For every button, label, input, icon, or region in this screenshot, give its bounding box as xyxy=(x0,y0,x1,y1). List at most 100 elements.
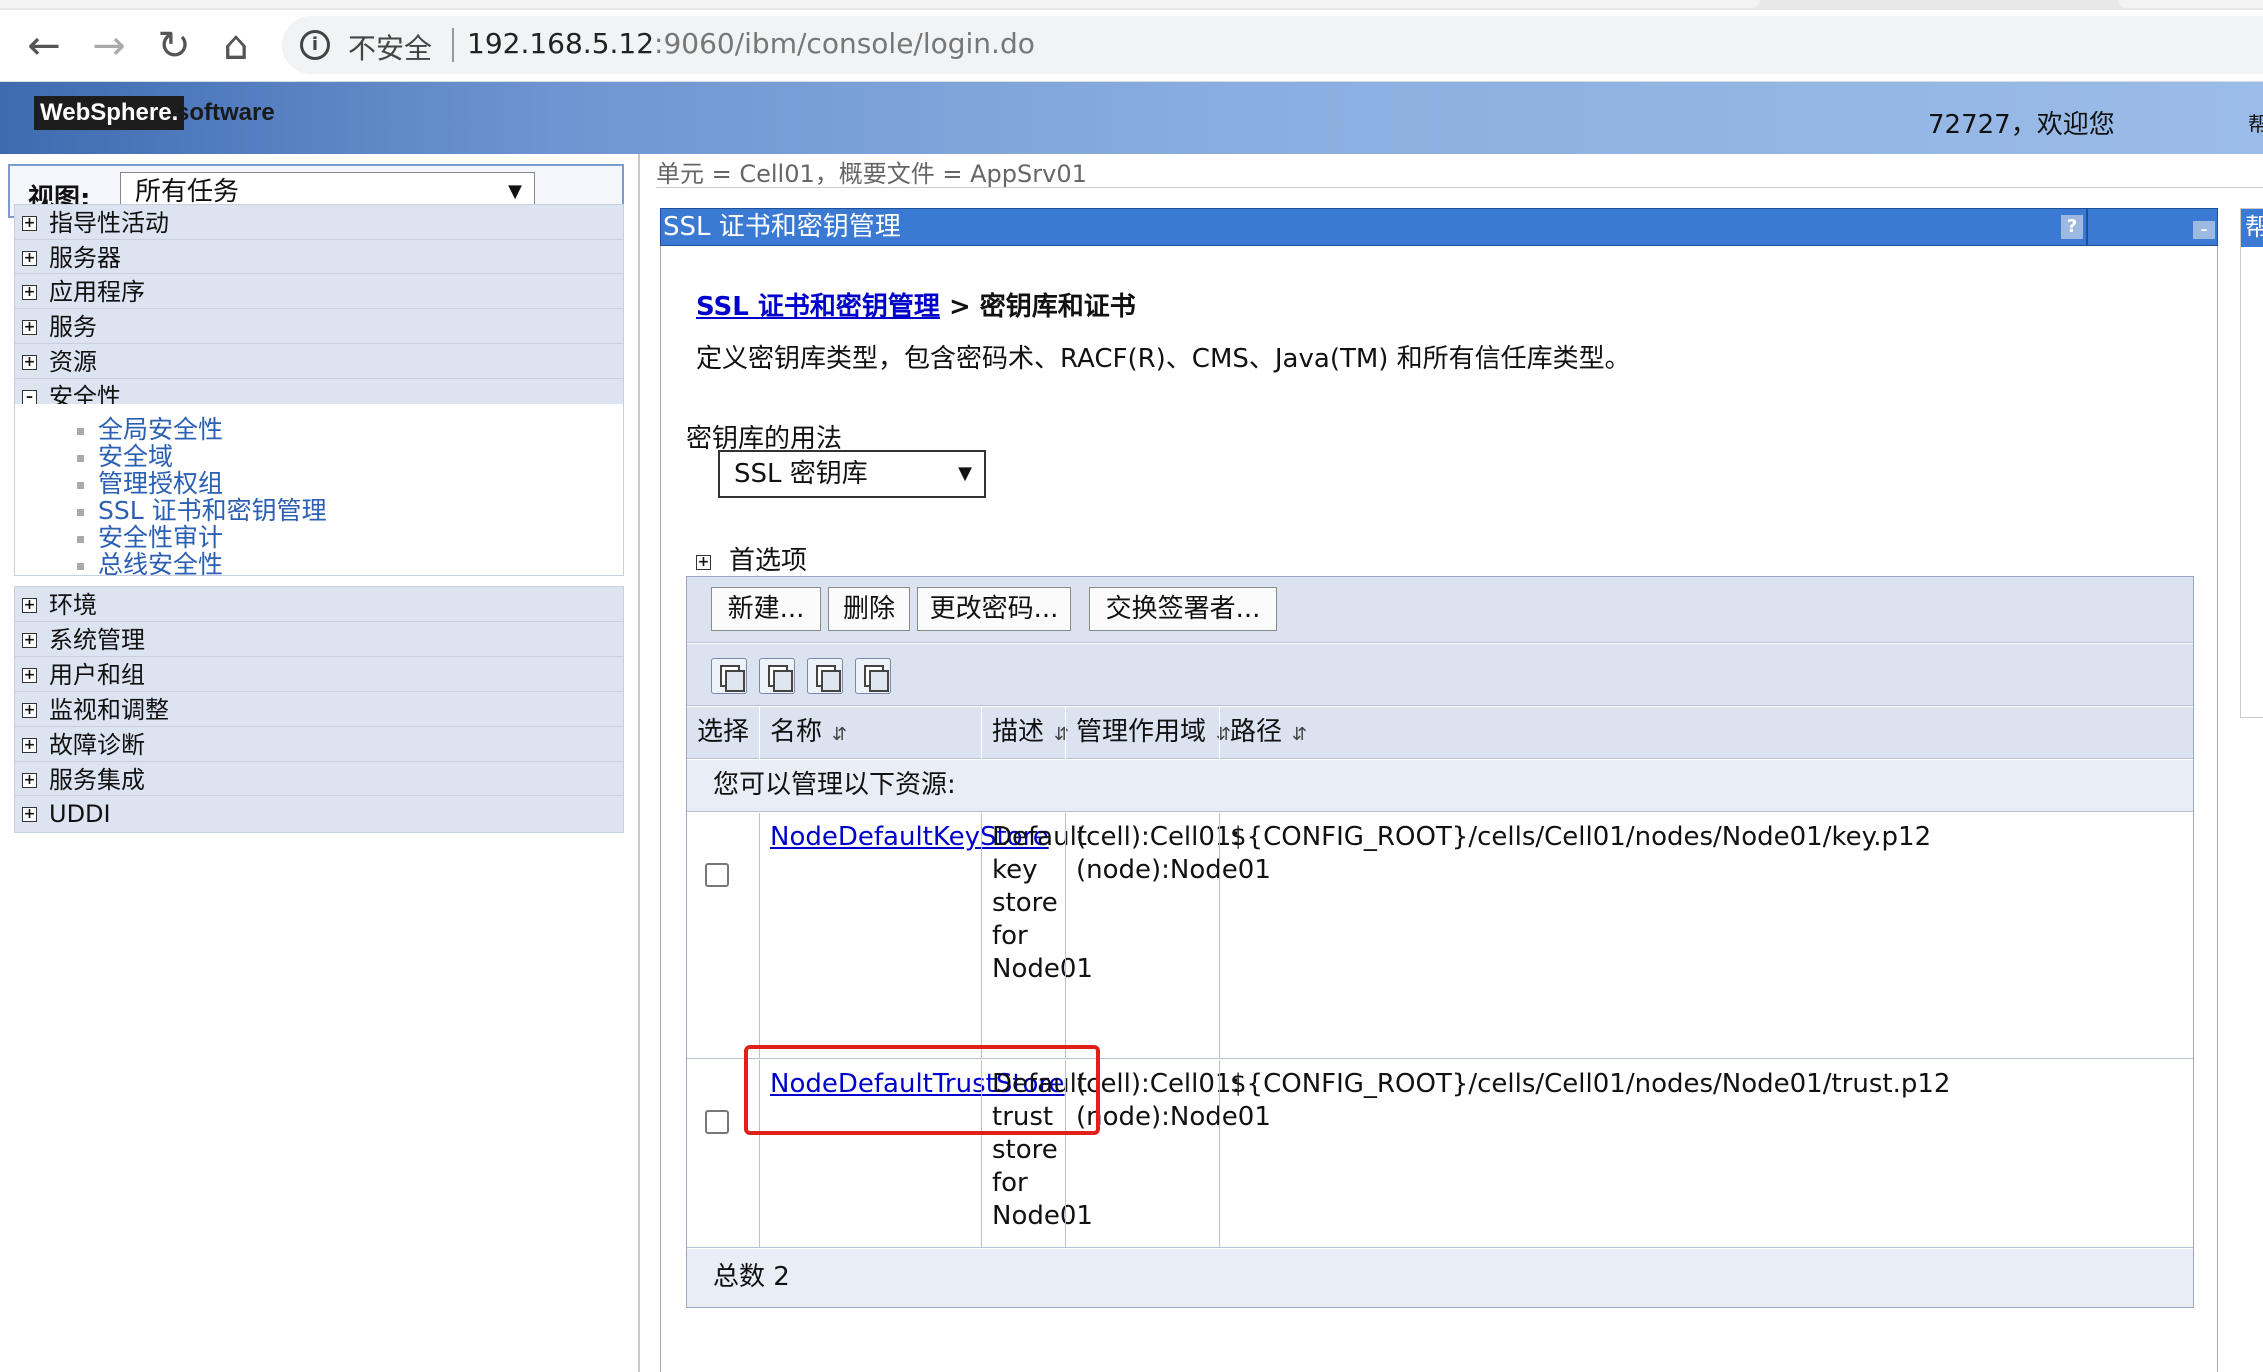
scope-breadcrumb: 单元 = Cell01，概要文件 = AppSrv01 xyxy=(656,160,1087,188)
view-select-value: 所有任务 xyxy=(135,177,240,207)
column-path[interactable]: 路径 ⇵ xyxy=(1219,707,2193,759)
breadcrumb-ssl-link[interactable]: SSL 证书和密钥管理 xyxy=(696,292,940,322)
description-line: Node01 xyxy=(992,954,1093,984)
nav-group-label: UDDI xyxy=(49,800,111,828)
preferences-label: 首选项 xyxy=(729,546,808,576)
description-line: for xyxy=(992,921,1028,951)
bullet-icon xyxy=(77,508,84,516)
address-bar[interactable]: i 不安全 192.168.5.12:9060/ibm/console/logi… xyxy=(282,16,2263,74)
expand-icon: + xyxy=(22,737,37,753)
sort-icon[interactable]: ⇵ xyxy=(1292,724,1307,745)
insecure-label: 不安全 xyxy=(348,32,433,65)
forward-arrow-icon[interactable]: → xyxy=(85,22,133,70)
nav-group-uddi[interactable]: + UDDI xyxy=(14,795,624,833)
path-text: ${CONFIG_ROOT}/cells/Cell01/nodes/Node01… xyxy=(1230,822,1932,852)
expand-icon: + xyxy=(22,772,37,788)
nav-group-service-integration[interactable]: + 服务集成 xyxy=(14,761,624,799)
expand-icon: + xyxy=(22,250,37,266)
expand-icon: + xyxy=(22,667,37,683)
column-name[interactable]: 名称 ⇵ xyxy=(759,707,981,759)
column-label: 描述 xyxy=(992,717,1045,747)
description-line: store xyxy=(992,1135,1058,1165)
expand-icon: + xyxy=(22,319,37,335)
delete-button[interactable]: 删除 xyxy=(828,587,910,631)
description-cell: Default key store for Node01 xyxy=(981,813,1093,1058)
column-label: 名称 xyxy=(770,717,823,747)
tab-strip xyxy=(0,0,2263,10)
column-label: 管理作用域 xyxy=(1076,717,1207,747)
description-line: for xyxy=(992,1168,1028,1198)
row-checkbox[interactable] xyxy=(705,863,729,887)
panel-title: SSL 证书和密钥管理 xyxy=(663,212,901,242)
nav-group-label: 资源 xyxy=(49,348,97,376)
keystore-usage-select[interactable]: SSL 密钥库 ▼ xyxy=(718,450,986,498)
row-checkbox[interactable] xyxy=(705,1110,729,1134)
nav-group-users-groups[interactable]: + 用户和组 xyxy=(14,656,624,694)
expand-icon: + xyxy=(22,597,37,613)
help-link[interactable]: 帮 xyxy=(2248,108,2263,137)
nav-group-label: 服务 xyxy=(49,313,97,341)
column-select: 选择 xyxy=(687,707,759,759)
back-arrow-icon[interactable]: ← xyxy=(20,22,68,70)
bullet-icon xyxy=(77,535,84,543)
home-icon[interactable]: ⌂ xyxy=(212,22,260,70)
help-icon[interactable]: ? xyxy=(2061,215,2083,239)
keystore-table: 新建... 删除 更改密码... 交换签署者... 选择 名称 ⇵ 描述 ⇵ 管理作… xyxy=(686,576,2194,1308)
page-breadcrumb: SSL 证书和密钥管理 > 密钥库和证书 xyxy=(696,286,1136,323)
dropdown-arrow-icon: ▼ xyxy=(958,463,972,484)
show-filter-icon[interactable] xyxy=(807,658,843,694)
change-password-button[interactable]: 更改密码... xyxy=(917,587,1071,631)
clear-filter-icon[interactable] xyxy=(855,658,891,694)
deselect-all-icon[interactable] xyxy=(759,658,795,694)
security-subitems: 全局安全性 安全域 管理授权组 SSL 证书和密钥管理 安全性审计 总线安全性 xyxy=(14,404,624,579)
expand-icon: + xyxy=(22,354,37,370)
nav-group-label: 指导性活动 xyxy=(49,209,169,237)
sort-icon[interactable]: ⇵ xyxy=(832,724,847,745)
column-scope[interactable]: 管理作用域 ⇵ xyxy=(1065,707,1231,759)
nav-group-resources[interactable]: + 资源 xyxy=(14,343,624,381)
url-path: :9060/ibm/console/login.do xyxy=(654,27,1035,60)
new-button[interactable]: 新建... xyxy=(711,587,821,631)
nav-group-environment[interactable]: + 环境 xyxy=(14,586,624,624)
column-description[interactable]: 描述 ⇵ xyxy=(981,707,1069,759)
scope-line: (cell):Cell01: xyxy=(1076,822,1241,852)
websphere-banner: WebSphere. software 72727，欢迎您 帮 xyxy=(0,82,2263,154)
nav-group-servers[interactable]: + 服务器 xyxy=(14,239,624,277)
preferences-toggle[interactable]: + 首选项 xyxy=(696,540,807,577)
nav-group-label: 服务器 xyxy=(49,244,121,272)
nav-group-label: 用户和组 xyxy=(49,661,145,689)
reload-icon[interactable]: ↻ xyxy=(150,22,198,70)
expand-icon: + xyxy=(696,554,711,570)
minimize-icon[interactable]: – xyxy=(2193,221,2215,239)
table-row: NodeDefaultKeyStore Default key store fo… xyxy=(687,813,2193,1059)
nav-group-label: 服务集成 xyxy=(49,766,145,794)
expand-icon: + xyxy=(22,284,37,300)
url-text[interactable]: 192.168.5.12:9060/ibm/console/login.do xyxy=(467,27,1035,60)
url-host: 192.168.5.12 xyxy=(467,27,655,60)
expand-icon: + xyxy=(22,806,37,822)
nav-group-services[interactable]: + 服务 xyxy=(14,308,624,346)
nav-group-troubleshooting[interactable]: + 故障诊断 xyxy=(14,726,624,764)
nav-group-label: 监视和调整 xyxy=(49,696,169,724)
scope-line: (node):Node01 xyxy=(1076,855,1271,885)
column-label: 路径 xyxy=(1230,717,1283,747)
exchange-signers-button[interactable]: 交换签署者... xyxy=(1089,587,1277,631)
title-divider xyxy=(2086,209,2088,245)
select-cell xyxy=(687,813,759,1058)
nav-group-monitoring[interactable]: + 监视和调整 xyxy=(14,691,624,729)
nav-group-label: 故障诊断 xyxy=(49,731,145,759)
keystore-usage-value: SSL 密钥库 xyxy=(734,459,868,489)
name-cell: NodeDefaultKeyStore xyxy=(759,813,1049,1058)
page-description: 定义密钥库类型，包含密码术、RACF(R)、CMS、Java(TM) 和所有信任… xyxy=(696,344,1631,374)
nav-group-applications[interactable]: + 应用程序 xyxy=(14,273,624,311)
path-text: ${CONFIG_ROOT}/cells/Cell01/nodes/Node01… xyxy=(1230,1069,1951,1099)
nav-group-guided-activities[interactable]: + 指导性活动 xyxy=(14,204,624,242)
select-all-icon[interactable] xyxy=(711,658,747,694)
nav-item-bus-security[interactable]: 总线安全性 xyxy=(77,545,223,581)
info-icon[interactable]: i xyxy=(300,30,330,60)
welcome-user: 72727，欢迎您 xyxy=(1928,110,2115,140)
collapse-icon: – xyxy=(22,390,37,405)
column-label: 选择 xyxy=(697,717,750,747)
path-cell: ${CONFIG_ROOT}/cells/Cell01/nodes/Node01… xyxy=(1219,1060,2193,1247)
nav-group-system-admin[interactable]: + 系统管理 xyxy=(14,621,624,659)
